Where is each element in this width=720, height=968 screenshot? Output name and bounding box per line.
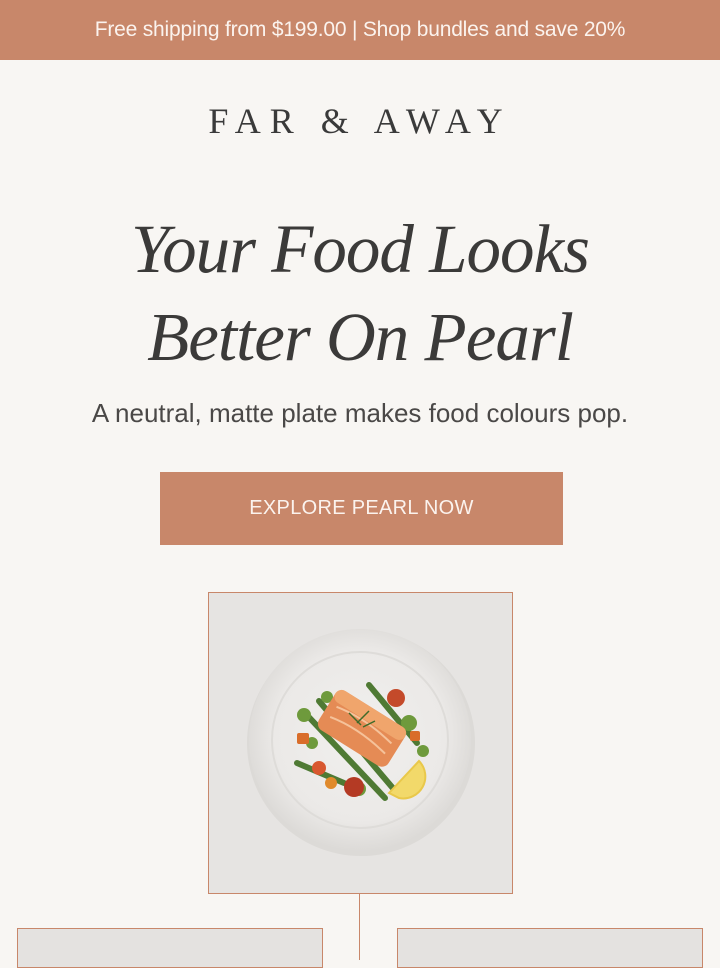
brand-logo[interactable]: FAR & AWAY xyxy=(0,100,720,142)
hero-product-image[interactable] xyxy=(208,592,513,894)
divider-line xyxy=(359,894,360,960)
announcement-text: Free shipping from $199.00 | Shop bundle… xyxy=(94,18,626,41)
product-thumbnail-right[interactable] xyxy=(397,928,703,968)
hero-headline-line-1: Your Food Looks xyxy=(131,211,590,287)
explore-pearl-button[interactable]: EXPLORE PEARL NOW xyxy=(160,472,563,545)
hero-headline-line-2: Better On Pearl xyxy=(147,299,574,375)
plate-with-salmon-image xyxy=(209,593,512,893)
hero-subheadline: A neutral, matte plate makes food colour… xyxy=(91,398,629,428)
announcement-bar[interactable]: Free shipping from $199.00 | Shop bundle… xyxy=(0,0,720,60)
product-thumbnail-left[interactable] xyxy=(17,928,323,968)
hero-headline: Your Food Looks Better On Pearl xyxy=(0,205,720,381)
